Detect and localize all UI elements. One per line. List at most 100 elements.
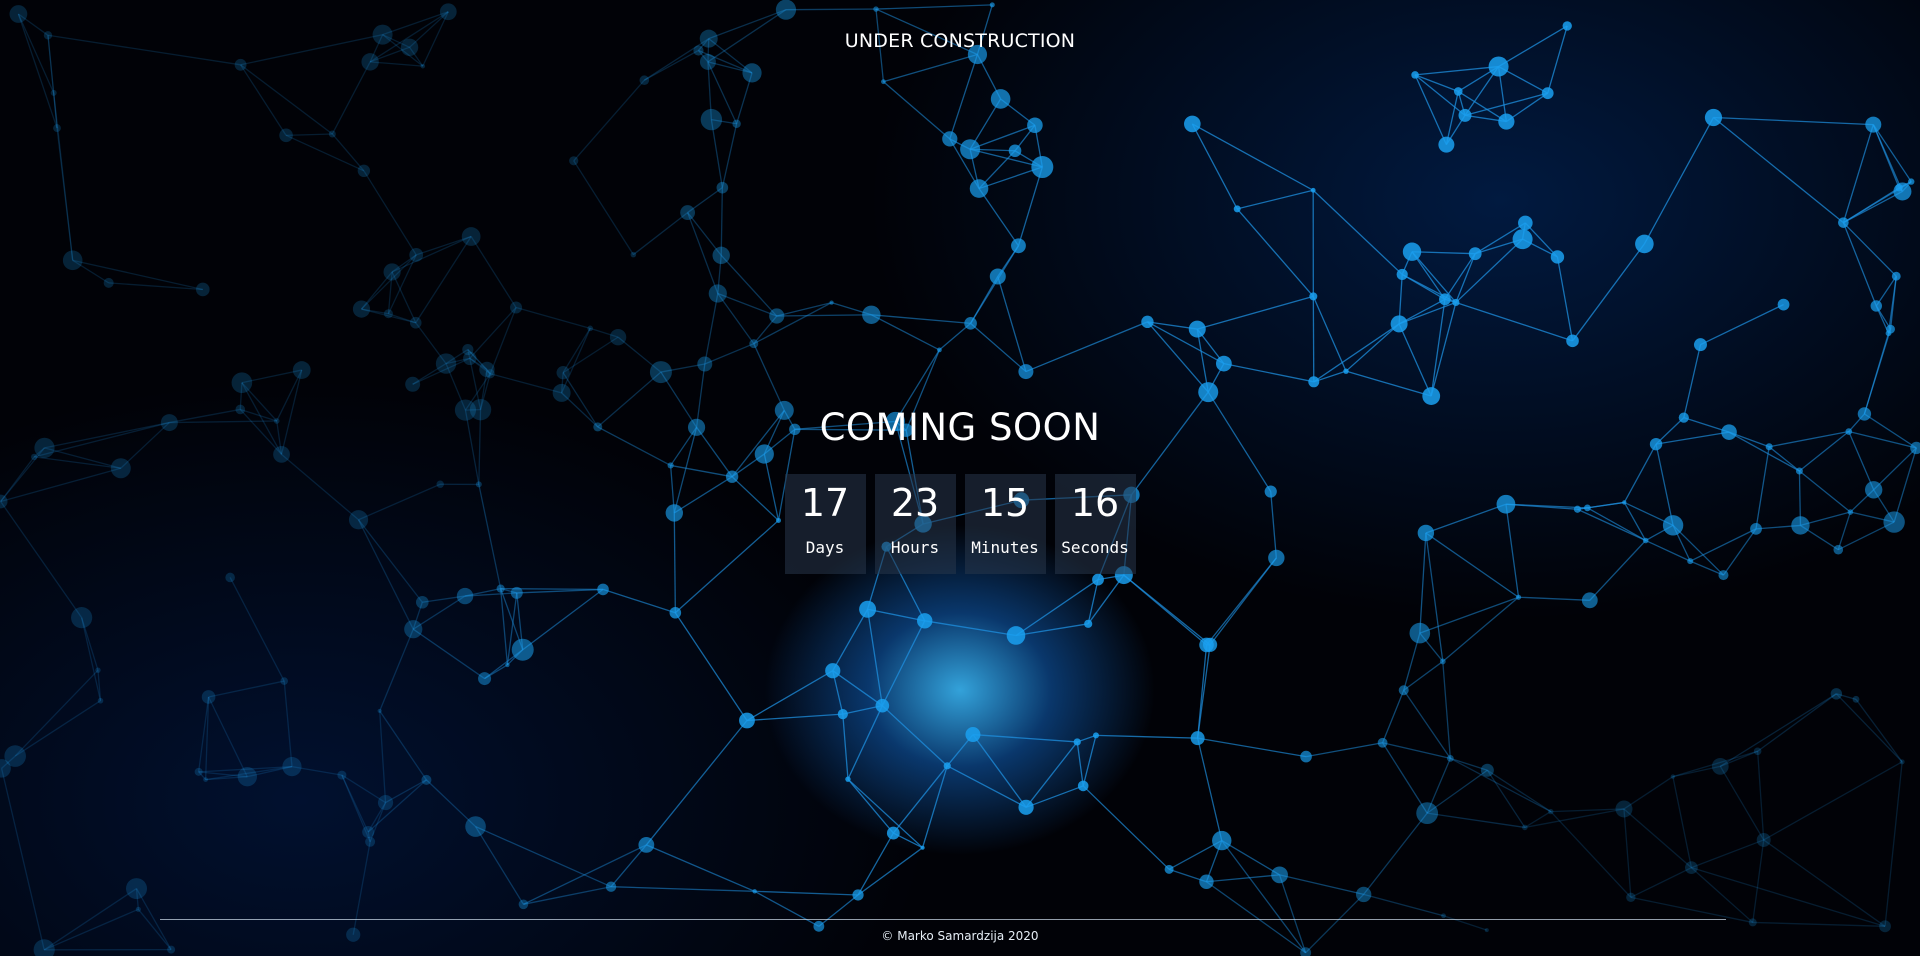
coming-soon-heading: COMING SOON — [819, 406, 1101, 449]
network-node — [420, 63, 426, 69]
countdown-days: 17 Days — [784, 474, 866, 574]
network-node — [362, 825, 375, 838]
network-edge — [1445, 91, 1459, 145]
network-edge — [720, 254, 778, 317]
network-node — [361, 53, 379, 71]
network-node — [1838, 217, 1849, 228]
network-node — [1550, 250, 1565, 264]
network-edge — [522, 588, 604, 651]
network-edge — [1752, 839, 1765, 923]
network-node — [630, 251, 637, 258]
network-edge — [1630, 867, 1692, 898]
network-node — [942, 131, 958, 147]
network-edge — [1221, 840, 1280, 876]
network-node — [365, 836, 376, 847]
network-node — [1626, 892, 1636, 903]
network-node — [1515, 594, 1522, 600]
network-node — [405, 376, 421, 392]
network-edge — [1363, 812, 1428, 895]
network-node — [989, 2, 995, 8]
network-node — [1458, 108, 1472, 122]
network-node — [1018, 799, 1034, 815]
network-edge — [412, 628, 485, 680]
network-node — [1452, 298, 1460, 307]
network-edge — [1236, 208, 1314, 297]
page-title: UNDER CONSTRUCTION — [844, 30, 1076, 52]
network-node — [135, 906, 141, 912]
network-node — [1488, 56, 1509, 77]
network-edge — [1863, 328, 1892, 415]
network-edge — [1842, 222, 1877, 307]
network-node — [328, 130, 336, 138]
network-node — [749, 339, 759, 349]
network-node — [886, 826, 900, 840]
network-edge — [1757, 693, 1837, 752]
network-node — [852, 889, 864, 901]
network-node — [103, 277, 114, 288]
network-edge — [1312, 296, 1347, 372]
network-node — [965, 727, 981, 743]
countdown-seconds: 16 Seconds — [1054, 474, 1136, 574]
network-node — [1870, 300, 1882, 312]
network-edge — [632, 212, 689, 256]
network-node — [700, 108, 723, 131]
network-edge — [674, 612, 748, 721]
network-edge — [847, 778, 894, 834]
network-node — [1398, 685, 1409, 696]
network-node — [1343, 368, 1349, 374]
network-node — [1693, 338, 1707, 352]
network-edge — [857, 832, 894, 896]
network-node — [1852, 695, 1860, 703]
network-node — [167, 945, 176, 954]
network-edge — [818, 894, 859, 927]
network-node — [510, 586, 523, 599]
network-node — [1830, 688, 1843, 700]
network-edge — [1855, 698, 1903, 763]
countdown-days-label: Days — [805, 538, 845, 557]
network-edge — [283, 680, 293, 767]
network-node — [845, 776, 851, 782]
network-edge — [867, 608, 925, 622]
network-edge — [1872, 124, 1904, 192]
network-node — [237, 766, 258, 787]
network-edge — [646, 844, 755, 892]
network-edge — [1487, 769, 1552, 813]
network-edge — [1382, 742, 1451, 760]
network-node — [1541, 87, 1554, 100]
network-node — [1271, 866, 1288, 884]
network-node — [1077, 780, 1089, 792]
network-node — [742, 63, 762, 83]
network-edge — [1345, 323, 1400, 372]
network-edge — [1015, 623, 1089, 637]
network-node — [1141, 315, 1154, 329]
network-edge — [1486, 769, 1526, 828]
network-edge — [379, 628, 414, 712]
network-edge — [610, 844, 647, 888]
network-node — [1198, 382, 1219, 403]
network-node — [1522, 824, 1528, 831]
network-node — [708, 284, 727, 303]
network-edge — [573, 79, 645, 162]
network-edge — [1197, 644, 1211, 739]
network-node — [920, 845, 925, 850]
network-edge — [1017, 166, 1043, 246]
network-node — [1512, 229, 1533, 250]
countdown-timer: 17 Days 23 Hours 15 Minutes 16 Seconds — [0, 474, 1920, 574]
network-edge — [1427, 812, 1525, 829]
network-node — [1308, 376, 1320, 388]
network-edge — [379, 710, 387, 803]
network-edge — [721, 123, 738, 188]
network-node — [1498, 113, 1515, 130]
network-edge — [1572, 243, 1645, 342]
network-node — [1756, 832, 1771, 847]
network-edge — [643, 49, 699, 81]
network-node — [1886, 324, 1895, 334]
network-node — [1377, 737, 1388, 748]
network-node — [1777, 298, 1790, 311]
network-edge — [1403, 689, 1451, 759]
countdown-minutes-value: 15 — [980, 481, 1030, 525]
network-edge — [1752, 921, 1886, 927]
network-node — [739, 712, 755, 729]
network-node — [1615, 800, 1633, 818]
countdown-hours-label: Hours — [890, 538, 940, 557]
